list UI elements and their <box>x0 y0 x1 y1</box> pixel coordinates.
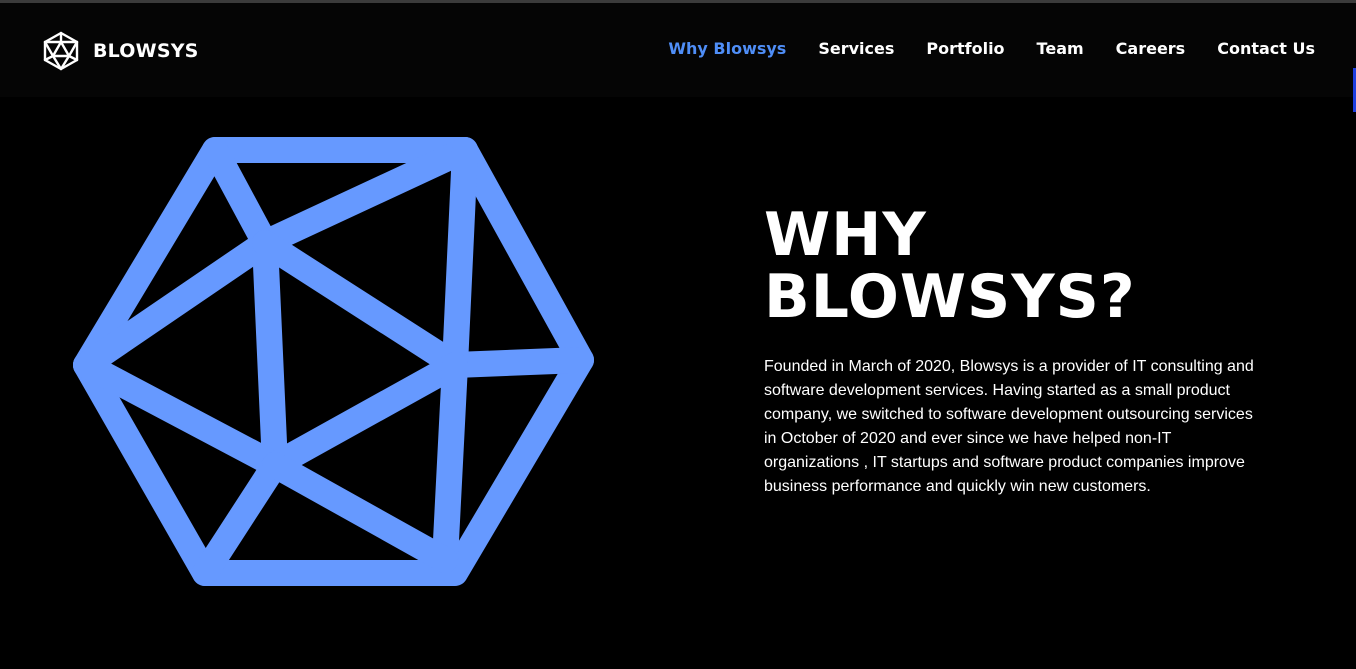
title-line-1: WHY <box>764 200 927 270</box>
nav-team[interactable]: Team <box>1037 39 1084 58</box>
page-title: WHY BLOWSYS? <box>764 204 1264 328</box>
logo-link[interactable]: BLOWSYS <box>42 31 199 71</box>
title-line-2: BLOWSYS? <box>764 262 1136 332</box>
nav-services[interactable]: Services <box>818 39 894 58</box>
polyhedron-logo-icon <box>43 31 79 71</box>
main-nav: Why Blowsys Services Portfolio Team Care… <box>668 39 1315 58</box>
about-paragraph: Founded in March of 2020, Blowsys is a p… <box>764 358 1254 495</box>
polyhedron-icon <box>73 137 594 586</box>
nav-portfolio[interactable]: Portfolio <box>926 39 1004 58</box>
site-header: BLOWSYS Why Blowsys Services Portfolio T… <box>0 3 1356 97</box>
nav-contact-us[interactable]: Contact Us <box>1217 39 1315 58</box>
logo-text: BLOWSYS <box>93 40 199 62</box>
nav-why-blowsys[interactable]: Why Blowsys <box>668 39 786 58</box>
nav-careers[interactable]: Careers <box>1116 39 1186 58</box>
